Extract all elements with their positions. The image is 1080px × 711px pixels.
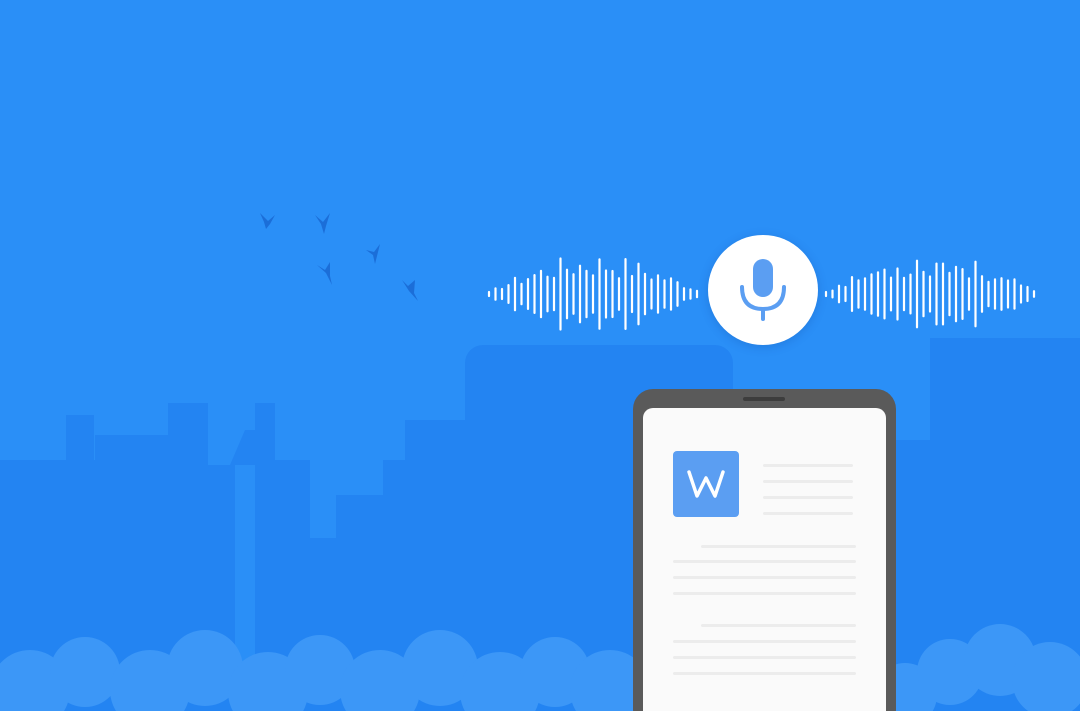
phone-speaker xyxy=(743,397,785,401)
phone-screen xyxy=(643,408,886,711)
text-line xyxy=(763,464,853,467)
text-line xyxy=(701,624,856,627)
text-line xyxy=(701,545,856,548)
text-line xyxy=(673,656,856,659)
voice-typing-illustration xyxy=(0,0,1080,711)
text-line xyxy=(673,672,856,675)
text-line xyxy=(763,512,853,515)
word-document-icon[interactable] xyxy=(673,451,739,517)
text-line xyxy=(673,560,856,563)
text-line xyxy=(673,592,856,595)
microphone-icon xyxy=(740,259,786,321)
w-glyph-icon xyxy=(687,470,725,498)
text-line xyxy=(763,496,853,499)
text-line xyxy=(763,480,853,483)
text-line xyxy=(673,576,856,579)
phone xyxy=(633,389,896,711)
microphone-button[interactable] xyxy=(708,235,818,345)
text-line xyxy=(673,640,856,643)
background-scene xyxy=(0,0,1080,711)
